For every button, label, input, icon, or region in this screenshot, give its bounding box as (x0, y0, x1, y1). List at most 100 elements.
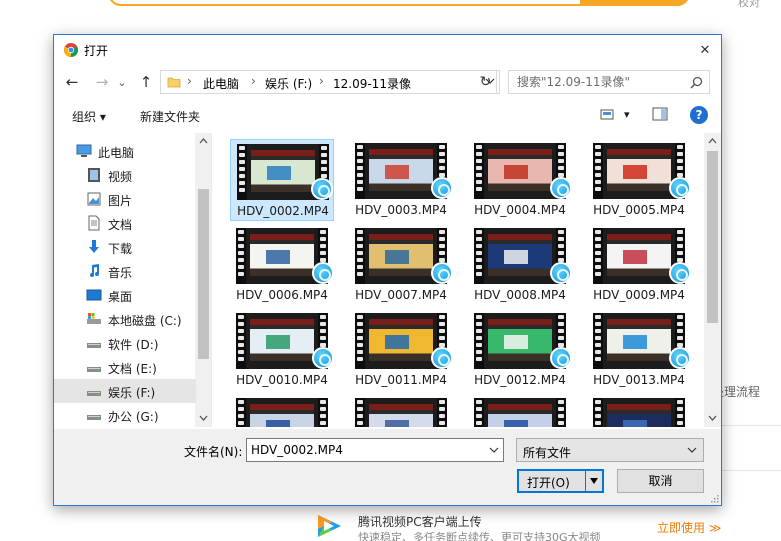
preview-pane-icon[interactable] (652, 107, 668, 121)
film-strip-icon (474, 228, 484, 284)
film-strip-icon (593, 143, 603, 199)
filetype-select[interactable]: 所有文件 (516, 438, 704, 462)
search-icon[interactable] (690, 76, 703, 89)
promo-use-now-link[interactable]: 立即使用 ≫ (657, 519, 721, 536)
file-tile[interactable]: HDV_0010.MP4 (230, 309, 334, 391)
thumbnail-accent (266, 250, 290, 264)
file-tile[interactable]: HDV_0009.MP4 (587, 224, 691, 306)
sidebar-item-label: 下载 (108, 242, 133, 256)
search-box[interactable] (508, 70, 710, 94)
file-tile[interactable]: HDV_0002.MP4 (230, 139, 334, 221)
navigation-scroll-thumb[interactable] (198, 189, 209, 359)
file-name: HDV_0011.MP4 (355, 373, 447, 387)
scroll-up-icon[interactable] (708, 137, 717, 146)
file-name: HDV_0005.MP4 (593, 203, 685, 217)
sidebar-item[interactable]: 桌面 (54, 283, 196, 307)
film-strip-icon (355, 143, 365, 199)
thumbnail-accent (266, 335, 290, 349)
sidebar-item[interactable]: 音乐 (54, 259, 196, 283)
file-tile[interactable]: HDV_0005.MP4 (587, 139, 691, 221)
file-tile[interactable]: HDV_0004.MP4 (468, 139, 572, 221)
thumbnail-screen (607, 404, 671, 427)
close-button[interactable]: ✕ (689, 35, 721, 65)
breadcrumb-separator: › (319, 74, 324, 88)
chevron-down-icon[interactable] (489, 445, 499, 455)
up-button[interactable]: ↑ (136, 72, 156, 92)
sidebar-item[interactable]: 软件 (D:) (54, 331, 196, 355)
thumbnail-accent (623, 165, 647, 179)
file-tile[interactable]: HDV_0012.MP4 (468, 309, 572, 391)
media-player-badge-icon (431, 347, 453, 369)
computer-icon (76, 144, 92, 157)
open-button[interactable]: 打开(O) (517, 469, 604, 493)
file-tile[interactable] (468, 394, 572, 427)
file-tile[interactable]: HDV_0011.MP4 (349, 309, 453, 391)
sidebar-item[interactable]: 娱乐 (F:) (54, 379, 196, 403)
scroll-down-icon[interactable] (708, 413, 717, 422)
sidebar-item[interactable]: 文档 (E:) (54, 355, 196, 379)
file-tile[interactable] (587, 394, 691, 427)
sidebar-item[interactable]: 此电脑 (54, 139, 196, 163)
music-icon (90, 264, 99, 277)
view-icon[interactable] (600, 107, 614, 121)
media-player-badge-icon (312, 262, 334, 284)
arrow-left-icon: ← (65, 73, 79, 91)
navigation-scrollbar[interactable] (195, 133, 211, 427)
filename-combobox[interactable] (246, 438, 504, 462)
organize-menu[interactable]: 组织 ▾ (72, 108, 106, 125)
film-strip-icon (437, 398, 447, 427)
thumbnail-accent (504, 250, 528, 264)
media-player-badge-icon (311, 178, 333, 200)
sidebar-item[interactable]: 下载 (54, 235, 196, 259)
forward-button[interactable]: → (92, 72, 112, 92)
tencent-video-logo-icon (318, 515, 341, 537)
sidebar-item[interactable]: 图片 (54, 187, 196, 211)
thumbnail-screen (488, 319, 552, 361)
sidebar-item-label: 图片 (108, 194, 133, 208)
scroll-up-icon[interactable] (199, 137, 208, 146)
address-bar[interactable]: › 此电脑 › 娱乐 (F:) › 12.09-11录像 (160, 70, 500, 94)
file-tile[interactable]: HDV_0013.MP4 (587, 309, 691, 391)
cancel-button[interactable]: 取消 (617, 469, 704, 493)
file-tile[interactable]: HDV_0008.MP4 (468, 224, 572, 306)
dialog-titlebar[interactable]: 打开 ✕ (54, 35, 721, 65)
thumbnail-screen (369, 149, 433, 191)
search-input[interactable] (509, 71, 685, 93)
media-player-badge-icon (669, 347, 691, 369)
file-tile[interactable]: HDV_0006.MP4 (230, 224, 334, 306)
caret-down-icon[interactable] (589, 476, 599, 486)
file-tile[interactable]: HDV_0003.MP4 (349, 139, 453, 221)
breadcrumb-current-folder[interactable]: 12.09-11录像 (333, 75, 411, 92)
breadcrumb-drive-f[interactable]: 娱乐 (F:) (265, 75, 312, 92)
breadcrumb-separator: › (187, 74, 192, 88)
file-list-scroll-thumb[interactable] (707, 151, 718, 323)
sidebar-item[interactable]: 本地磁盘 (C:) (54, 307, 196, 331)
thumbnail-accent (385, 335, 409, 349)
recent-locations-button[interactable]: ⌄ (116, 72, 128, 92)
file-tile[interactable] (230, 394, 334, 427)
thumbnail-accent (266, 420, 290, 427)
back-button[interactable]: ← (62, 72, 82, 92)
file-list-scrollbar[interactable] (704, 133, 721, 427)
file-name: HDV_0007.MP4 (355, 288, 447, 302)
media-player-badge-icon (550, 347, 572, 369)
new-folder-button[interactable]: 新建文件夹 (140, 108, 200, 125)
scroll-down-icon[interactable] (199, 413, 208, 422)
promo-subtitle: 快速稳定、多任务断点续传、更可支持30G大视频 (358, 531, 601, 541)
media-player-badge-icon (431, 177, 453, 199)
folder-icon (167, 77, 181, 88)
file-tile[interactable] (349, 394, 453, 427)
resize-grip-icon[interactable] (709, 493, 719, 503)
help-icon[interactable]: ? (690, 106, 708, 124)
file-tile[interactable]: HDV_0007.MP4 (349, 224, 453, 306)
breadcrumb-this-pc[interactable]: 此电脑 (203, 75, 239, 92)
view-menu-arrow[interactable]: ▾ (624, 108, 630, 121)
thumbnail-screen (607, 149, 671, 191)
filename-input[interactable] (247, 439, 483, 461)
sidebar-item[interactable]: 视频 (54, 163, 196, 187)
sidebar-item[interactable]: 文档 (54, 211, 196, 235)
refresh-button[interactable]: ↻ (475, 70, 497, 94)
thumbnail-screen (607, 234, 671, 276)
media-player-badge-icon (550, 262, 572, 284)
sidebar-item[interactable]: 办公 (G:) (54, 403, 196, 427)
